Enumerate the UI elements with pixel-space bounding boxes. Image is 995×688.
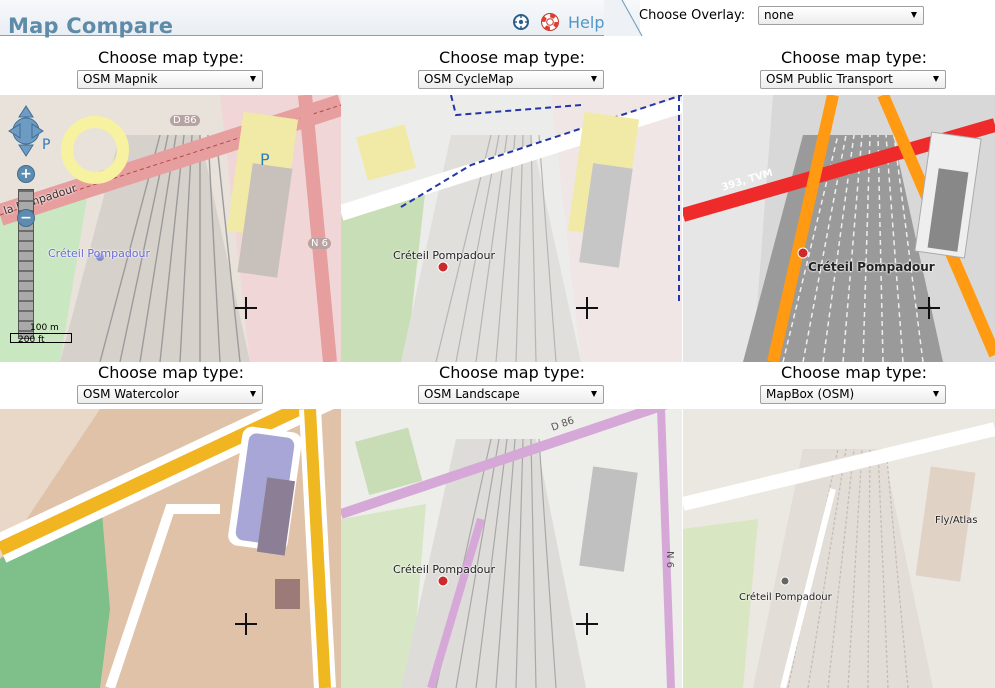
map-type-select-5[interactable]: OSM Landscape xyxy=(418,385,604,404)
lifebuoy-icon[interactable] xyxy=(539,11,561,33)
tab-notch xyxy=(604,0,644,37)
parking-label: P xyxy=(260,150,270,169)
chevron-down-icon xyxy=(250,391,256,397)
map-type-value: OSM Public Transport xyxy=(766,72,893,86)
overlay-select-value: none xyxy=(764,8,794,22)
place-label: Créteil Pompadour xyxy=(48,247,151,260)
map-type-value: OSM Mapnik xyxy=(83,72,158,86)
map-view-4[interactable] xyxy=(0,409,341,688)
map-view-1[interactable]: D 86 N 6 la Pompadour Créteil Pompadour … xyxy=(0,95,341,362)
map-type-caption: Choose map type: xyxy=(781,48,927,67)
overlay-select[interactable]: none xyxy=(758,6,924,25)
map-type-value: OSM Landscape xyxy=(424,387,520,401)
map-type-caption: Choose map type: xyxy=(98,48,244,67)
chevron-down-icon xyxy=(591,76,597,82)
crosshair-icon xyxy=(576,613,598,635)
place-label: Créteil Pompadour xyxy=(739,592,832,603)
help-link[interactable]: Help xyxy=(568,13,604,32)
chevron-down-icon xyxy=(250,76,256,82)
road-label-n6: N 6 xyxy=(308,238,332,249)
zoom-out-button[interactable]: − xyxy=(17,209,35,227)
page-title: Map Compare xyxy=(8,14,174,38)
road-label-d86: D 86 xyxy=(170,115,200,126)
crosshair-icon xyxy=(235,613,257,635)
map-type-value: MapBox (OSM) xyxy=(766,387,855,401)
crosshair-icon xyxy=(918,297,940,319)
map-type-caption: Choose map type: xyxy=(781,363,927,382)
zoom-in-button[interactable]: + xyxy=(17,165,35,183)
crosshair-icon xyxy=(235,297,257,319)
scale-bar: 100 m 200 ft xyxy=(10,323,80,349)
map-view-6[interactable]: Fly/Atlas Créteil Pompadour xyxy=(683,409,995,688)
pan-control[interactable] xyxy=(8,103,44,159)
map-type-caption: Choose map type: xyxy=(98,363,244,382)
map-type-value: OSM Watercolor xyxy=(83,387,179,401)
map-type-caption: Choose map type: xyxy=(439,48,585,67)
chevron-down-icon xyxy=(933,391,939,397)
map-type-select-4[interactable]: OSM Watercolor xyxy=(77,385,263,404)
scale-metric: 100 m xyxy=(30,323,59,333)
map-view-2[interactable]: Créteil Pompadour xyxy=(341,95,682,362)
map-type-select-3[interactable]: OSM Public Transport xyxy=(760,70,946,89)
place-label: Créteil Pompadour xyxy=(393,249,496,262)
app-header: Map Compare Help Choose Overlay: none xyxy=(0,0,995,40)
map-type-value: OSM CycleMap xyxy=(424,72,514,86)
overlay-label: Choose Overlay: xyxy=(639,8,746,23)
building-label: Fly/Atlas xyxy=(935,515,978,526)
place-label: Créteil Pompadour xyxy=(808,260,935,274)
place-label: Créteil Pompadour xyxy=(393,563,496,576)
compass-icon[interactable] xyxy=(510,11,532,33)
map-type-select-1[interactable]: OSM Mapnik xyxy=(77,70,263,89)
map-type-select-6[interactable]: MapBox (OSM) xyxy=(760,385,946,404)
crosshair-icon xyxy=(576,297,598,319)
road-label-n6: N 6 xyxy=(664,550,676,569)
chevron-down-icon xyxy=(933,76,939,82)
chevron-down-icon xyxy=(591,391,597,397)
map-view-5[interactable]: D 86 N 6 Créteil Pompadour xyxy=(341,409,682,688)
map-type-select-2[interactable]: OSM CycleMap xyxy=(418,70,604,89)
scale-imperial: 200 ft xyxy=(18,335,45,345)
chevron-down-icon xyxy=(911,12,917,18)
map-type-caption: Choose map type: xyxy=(439,363,585,382)
map-view-3[interactable]: 393, TVM Créteil Pompadour xyxy=(683,95,995,362)
